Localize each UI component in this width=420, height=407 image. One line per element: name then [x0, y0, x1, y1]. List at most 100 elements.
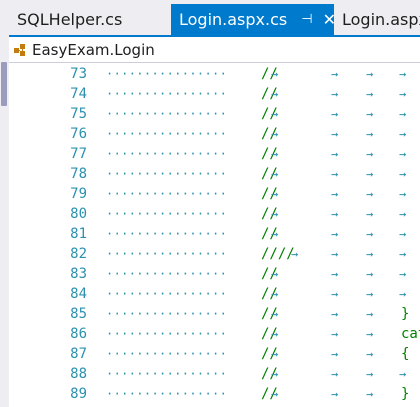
tab-arrow-icon: → — [331, 307, 339, 321]
tab-arrow-icon: → — [366, 87, 374, 101]
code-line[interactable]: 84 ················//→ → → → — [9, 284, 420, 304]
tab-arrow-icon: → — [366, 227, 374, 241]
code-text: { — [401, 346, 410, 362]
code-line[interactable]: 85 ················//→ → →} — [9, 304, 420, 324]
code-line[interactable]: 89 ················//→ → →} — [9, 384, 420, 404]
tab-arrow-icon: → — [331, 387, 339, 401]
tab-arrow-icon: → — [271, 207, 279, 221]
tab-arrow-icon: → — [271, 347, 279, 361]
code-text: cat — [401, 326, 420, 342]
whitespace-dots: ················ — [106, 367, 228, 381]
code-line[interactable]: 86················//→→→cat — [9, 324, 420, 344]
tab-arrow-icon: → — [271, 387, 279, 401]
line-number: 80 — [70, 206, 87, 222]
line-number: 76 — [70, 126, 87, 142]
line-number: 88 — [70, 366, 87, 382]
whitespace-dots: ················ — [106, 107, 228, 121]
tab-arrow-icon: → — [331, 167, 339, 181]
whitespace-dots: ················ — [106, 127, 228, 141]
comment-text: //// — [261, 246, 295, 262]
whitespace-dots: ················ — [106, 147, 228, 161]
tab-arrow-icon: → — [271, 227, 279, 241]
tab-arrow-icon: → — [399, 267, 407, 281]
whitespace-dots: ················ — [106, 387, 228, 401]
tab-arrow-icon: → — [271, 127, 279, 141]
tab-label: Login.aspx.cs — [179, 10, 288, 29]
whitespace-dots: ················ — [106, 247, 228, 261]
tab-arrow-icon: → — [366, 207, 374, 221]
line-number: 87 — [70, 346, 87, 362]
tab-arrow-icon: → — [271, 307, 279, 321]
code-line[interactable]: 76 ················//→ → → → — [9, 124, 420, 144]
tab-arrow-icon: → — [399, 207, 407, 221]
code-line[interactable]: 80 ················//→ → → → — [9, 204, 420, 224]
code-text: } — [401, 306, 410, 322]
code-editor[interactable]: 73 ················//→ → → → 74 ··············… — [9, 63, 420, 407]
whitespace-dots: ················ — [106, 187, 228, 201]
line-number: 73 — [70, 66, 87, 82]
line-number: 83 — [70, 266, 87, 282]
whitespace-dots: ················ — [106, 67, 228, 81]
whitespace-dots: ················ — [106, 327, 228, 341]
tab-arrow-icon: → — [399, 247, 407, 261]
line-number: 78 — [70, 166, 87, 182]
tab-arrow-icon: → — [366, 167, 374, 181]
tab-arrow-icon: → — [399, 107, 407, 121]
tab-arrow-icon: → — [331, 87, 339, 101]
code-line[interactable]: 78 ················//→ → → → — [9, 164, 420, 184]
tab-arrow-icon: → — [399, 167, 407, 181]
code-line[interactable]: 81 ················//→ → → → — [9, 224, 420, 244]
tab-label: SQLHelper.cs — [17, 10, 123, 29]
code-line[interactable]: 77 ················//→ → → → — [9, 144, 420, 164]
code-line[interactable]: 74 ················//→ → → → — [9, 84, 420, 104]
tab-arrow-icon: → — [331, 247, 339, 261]
tab-arrow-icon: → — [399, 87, 407, 101]
type-dropdown-label: EasyExam.Login — [32, 40, 155, 59]
tab-arrow-icon: → — [271, 267, 279, 281]
code-line[interactable]: 82 ················////→ → → → — [9, 244, 420, 264]
tab-arrow-icon: → — [331, 327, 339, 341]
tab-arrow-icon: → — [331, 347, 339, 361]
tab-arrow-icon: → — [271, 147, 279, 161]
toolbox-tab-marker[interactable] — [1, 62, 7, 106]
tab-arrow-icon: → — [399, 227, 407, 241]
line-number: 84 — [70, 286, 87, 302]
pin-icon[interactable]: ⊣ — [301, 12, 312, 27]
tab-arrow-icon: → — [271, 327, 279, 341]
tab-arrow-icon: → — [366, 187, 374, 201]
tab-sqlhelper[interactable]: SQLHelper.cs — [9, 4, 171, 35]
tab-arrow-icon: → — [366, 107, 374, 121]
tab-arrow-icon: → — [399, 147, 407, 161]
tab-arrow-icon: → — [331, 67, 339, 81]
tab-arrow-icon: → — [366, 307, 374, 321]
code-line[interactable]: 73 ················//→ → → → — [9, 64, 420, 84]
code-line[interactable]: 88 ················//→ → → → — [9, 364, 420, 384]
tab-arrow-icon: → — [366, 347, 374, 361]
whitespace-dots: ················ — [106, 307, 228, 321]
code-line[interactable]: 83 ················//→ → → → — [9, 264, 420, 284]
tab-arrow-icon: → — [331, 107, 339, 121]
tab-arrow-icon: → — [399, 367, 407, 381]
line-number: 82 — [70, 246, 87, 262]
whitespace-dots: ················ — [106, 227, 228, 241]
tab-login-aspx-cs[interactable]: Login.aspx.cs ⊣ ✕ — [171, 4, 336, 35]
tab-arrow-icon: → — [399, 67, 407, 81]
line-number: 85 — [70, 306, 87, 322]
line-number: 79 — [70, 186, 87, 202]
tab-arrow-icon: → — [291, 247, 299, 261]
tab-arrow-icon: → — [366, 387, 374, 401]
class-icon — [14, 43, 25, 56]
tab-arrow-icon: → — [331, 267, 339, 281]
tab-arrow-icon: → — [366, 267, 374, 281]
tab-arrow-icon: → — [366, 67, 374, 81]
tab-arrow-icon: → — [399, 187, 407, 201]
tab-arrow-icon: → — [331, 187, 339, 201]
code-line[interactable]: 75 ················//→ → → → — [9, 104, 420, 124]
tab-arrow-icon: → — [331, 127, 339, 141]
whitespace-dots: ················ — [106, 87, 228, 101]
tab-arrow-icon: → — [366, 367, 374, 381]
navigation-bar[interactable]: EasyExam.Login — [9, 37, 420, 63]
code-line[interactable]: 87 ················//→ → →{ — [9, 344, 420, 364]
tab-login-aspx[interactable]: Login.aspx — [334, 4, 420, 35]
code-line[interactable]: 79 ················//→ → → → — [9, 184, 420, 204]
